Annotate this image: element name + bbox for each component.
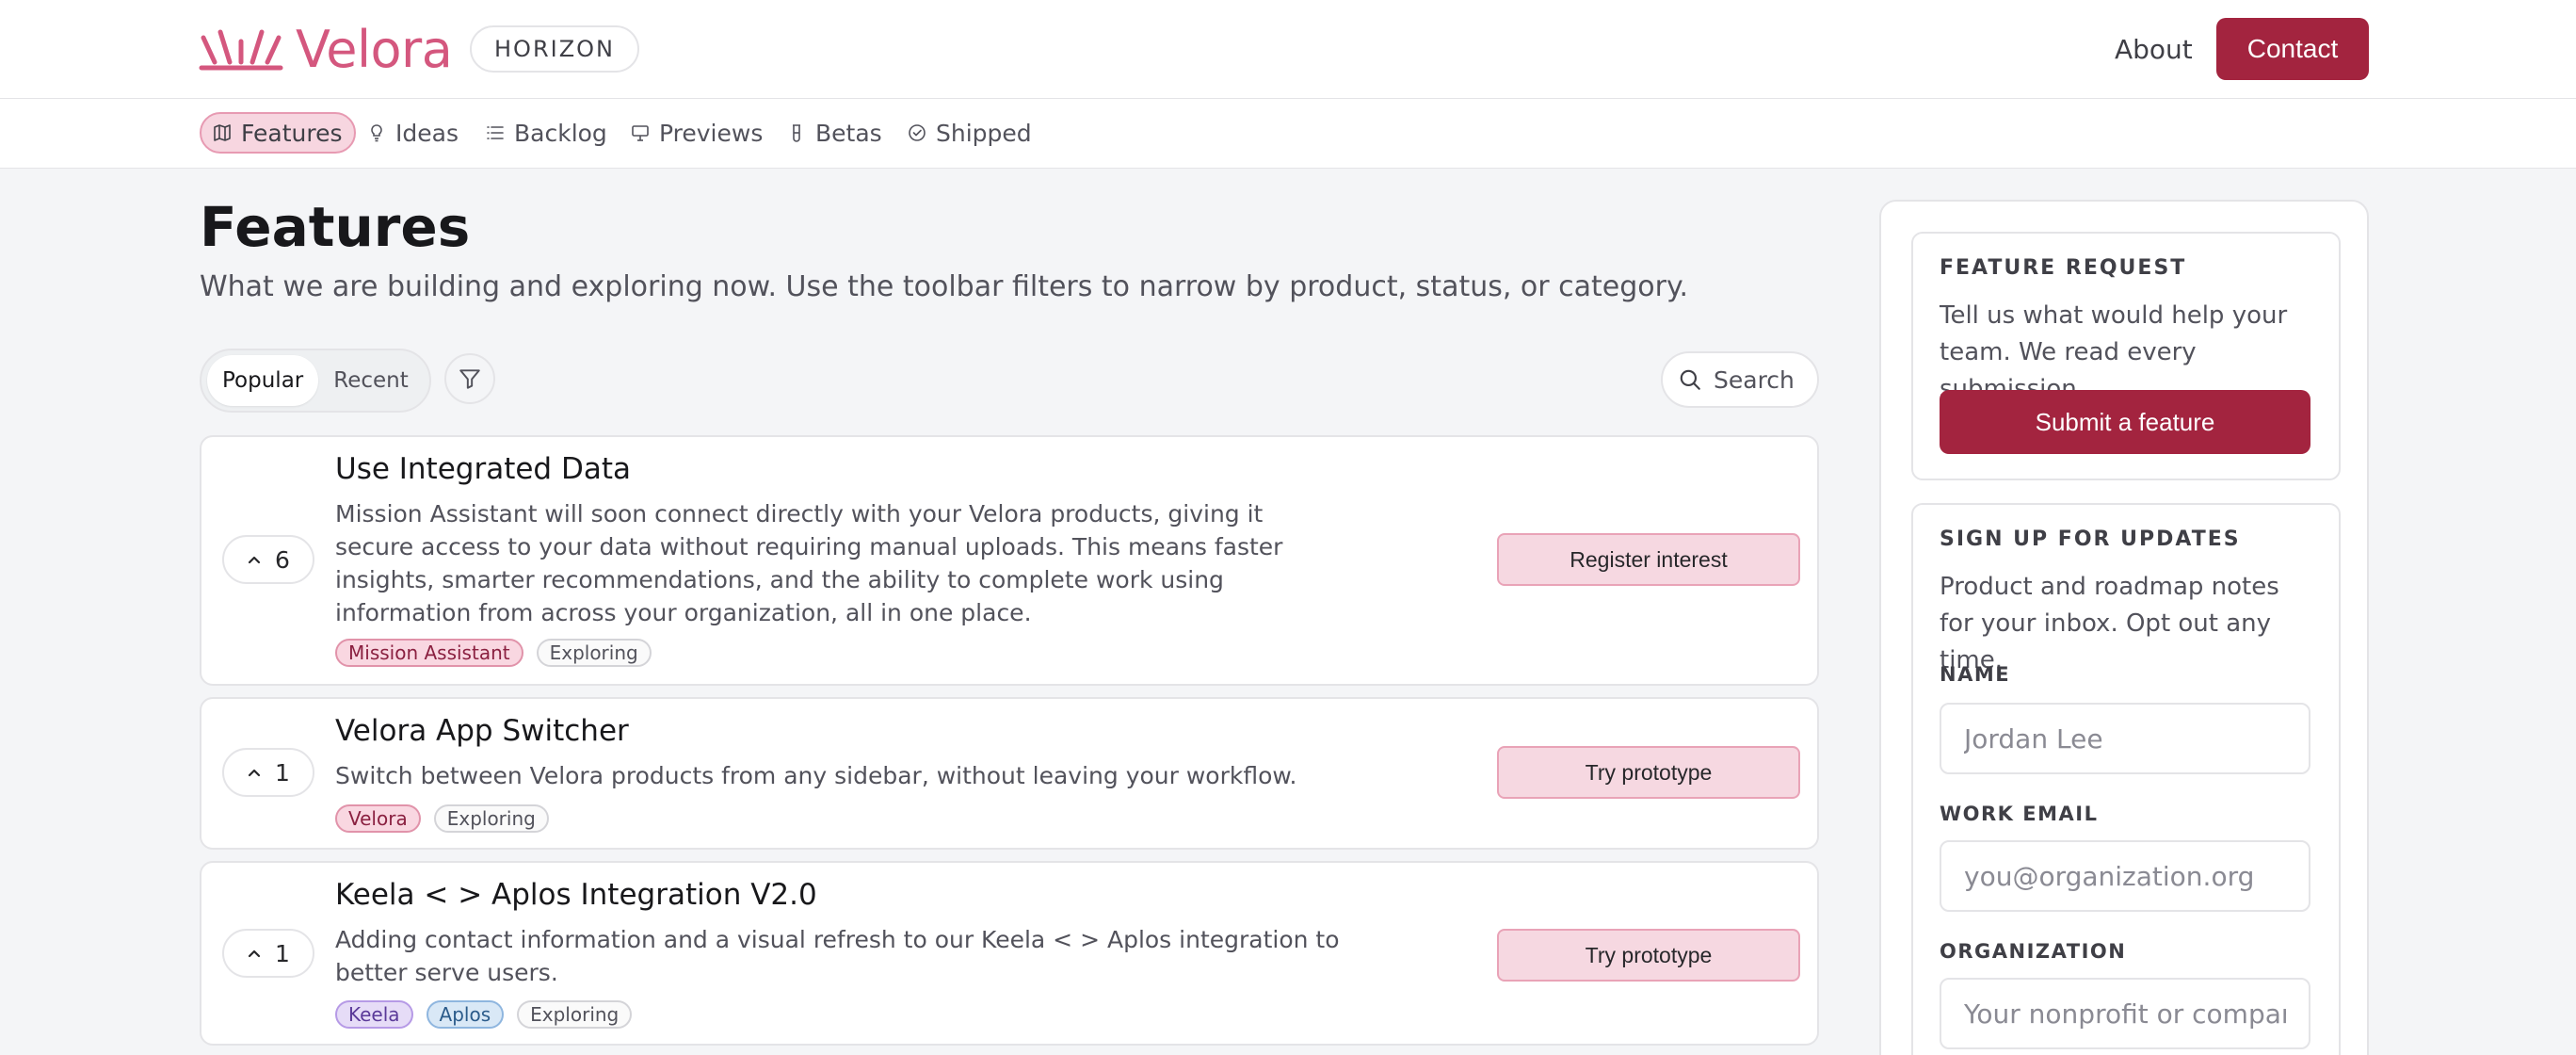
panel-heading: SIGN UP FOR UPDATES bbox=[1940, 528, 2241, 551]
tag-product[interactable]: Velora bbox=[335, 804, 421, 833]
tag-product[interactable]: Mission Assistant bbox=[335, 639, 523, 667]
register-interest-button[interactable]: Register interest bbox=[1497, 533, 1800, 586]
tag-product[interactable]: Keela bbox=[335, 1000, 413, 1029]
nav-item-betas[interactable]: Betas bbox=[787, 112, 882, 154]
sort-recent-option[interactable]: Recent bbox=[318, 355, 424, 406]
nav-item-ideas[interactable]: Ideas bbox=[367, 112, 459, 154]
nav-item-label: Shipped bbox=[936, 119, 1032, 147]
upvote-button[interactable]: 1 bbox=[222, 748, 314, 797]
sort-popular-option[interactable]: Popular bbox=[207, 355, 319, 406]
upvote-button[interactable]: 1 bbox=[222, 929, 314, 978]
map-icon bbox=[214, 124, 231, 141]
nav-item-previews[interactable]: Previews bbox=[631, 112, 763, 154]
vote-count: 1 bbox=[275, 939, 290, 967]
feature-card: 6 Use Integrated Data Mission Assistant … bbox=[200, 435, 1819, 686]
tag-status[interactable]: Exploring bbox=[517, 1000, 633, 1029]
logo-text: Velora bbox=[296, 20, 453, 79]
signup-panel: SIGN UP FOR UPDATES Product and roadmap … bbox=[1911, 503, 2341, 1055]
feature-tags: Mission Assistant Exploring bbox=[335, 639, 652, 667]
presentation-icon bbox=[632, 125, 649, 141]
organization-label: ORGANIZATION bbox=[1940, 940, 2127, 963]
nav-item-label: Features bbox=[241, 119, 343, 147]
feature-description: Mission Assistant will soon connect dire… bbox=[335, 500, 1283, 626]
search-input[interactable]: Search bbox=[1661, 351, 1819, 408]
feature-request-panel: FEATURE REQUEST Tell us what would help … bbox=[1911, 232, 2341, 480]
contact-button[interactable]: Contact bbox=[2216, 18, 2369, 80]
chevron-up-icon bbox=[248, 950, 261, 958]
section-nav: Features Ideas Backlog Previews Betas Sh… bbox=[0, 99, 2576, 169]
feature-card: 1 Velora App Switcher Switch between Vel… bbox=[200, 697, 1819, 850]
feature-tags: Velora Exploring bbox=[335, 804, 549, 833]
nav-item-label: Backlog bbox=[514, 119, 607, 147]
panel-heading: FEATURE REQUEST bbox=[1940, 256, 2187, 280]
top-header: Velora HORIZON About Contact bbox=[0, 0, 2576, 99]
tag-product[interactable]: Aplos bbox=[426, 1000, 505, 1029]
velora-sun-icon bbox=[199, 29, 283, 71]
feature-tags: Keela Aplos Exploring bbox=[335, 1000, 633, 1029]
velora-logo[interactable]: Velora bbox=[198, 20, 453, 79]
nav-item-backlog[interactable]: Backlog bbox=[486, 112, 607, 154]
work-email-label: WORK EMAIL bbox=[1940, 803, 2099, 825]
chevron-up-icon bbox=[248, 556, 261, 564]
chevron-up-icon bbox=[248, 769, 261, 777]
page-title: Features bbox=[200, 195, 471, 259]
filter-icon bbox=[459, 369, 480, 389]
list-icon bbox=[487, 126, 504, 139]
flask-icon bbox=[793, 124, 800, 142]
try-prototype-button[interactable]: Try prototype bbox=[1497, 929, 1800, 982]
horizon-badge: HORIZON bbox=[470, 25, 639, 73]
upvote-button[interactable]: 6 bbox=[222, 535, 314, 584]
tag-status[interactable]: Exploring bbox=[536, 639, 652, 667]
nav-item-label: Previews bbox=[659, 119, 764, 147]
organization-field[interactable] bbox=[1940, 978, 2310, 1049]
tag-status[interactable]: Exploring bbox=[433, 804, 549, 833]
feature-title[interactable]: Keela < > Aplos Integration V2.0 bbox=[335, 878, 817, 912]
lightbulb-icon bbox=[371, 124, 382, 142]
feature-card: 1 Keela < > Aplos Integration V2.0 Addin… bbox=[200, 861, 1819, 1046]
search-placeholder: Search bbox=[1714, 365, 1795, 394]
search-icon bbox=[1680, 369, 1700, 390]
try-prototype-button[interactable]: Try prototype bbox=[1497, 746, 1800, 799]
vote-count: 6 bbox=[275, 545, 290, 574]
nav-item-features[interactable]: Features bbox=[200, 112, 356, 154]
work-email-field[interactable] bbox=[1940, 840, 2310, 912]
submit-feature-button[interactable]: Submit a feature bbox=[1940, 390, 2310, 454]
right-sidebar: FEATURE REQUEST Tell us what would help … bbox=[1879, 200, 2369, 1055]
page-subtitle: What we are building and exploring now. … bbox=[200, 270, 1688, 303]
vote-count: 1 bbox=[275, 758, 290, 787]
nav-item-label: Ideas bbox=[395, 119, 459, 147]
sort-toggle: Popular Recent bbox=[200, 349, 431, 413]
feature-description: Adding contact information and a visual … bbox=[335, 926, 1340, 986]
nav-item-shipped[interactable]: Shipped bbox=[908, 112, 1032, 154]
nav-item-label: Betas bbox=[815, 119, 882, 147]
feature-title[interactable]: Use Integrated Data bbox=[335, 452, 631, 486]
check-circle-icon bbox=[909, 124, 926, 141]
feature-title[interactable]: Velora App Switcher bbox=[335, 714, 629, 748]
filter-button[interactable] bbox=[444, 353, 495, 404]
name-field[interactable] bbox=[1940, 703, 2310, 774]
feature-description: Switch between Velora products from any … bbox=[335, 762, 1297, 789]
about-link[interactable]: About bbox=[2115, 34, 2193, 65]
name-label: NAME bbox=[1940, 663, 2011, 686]
